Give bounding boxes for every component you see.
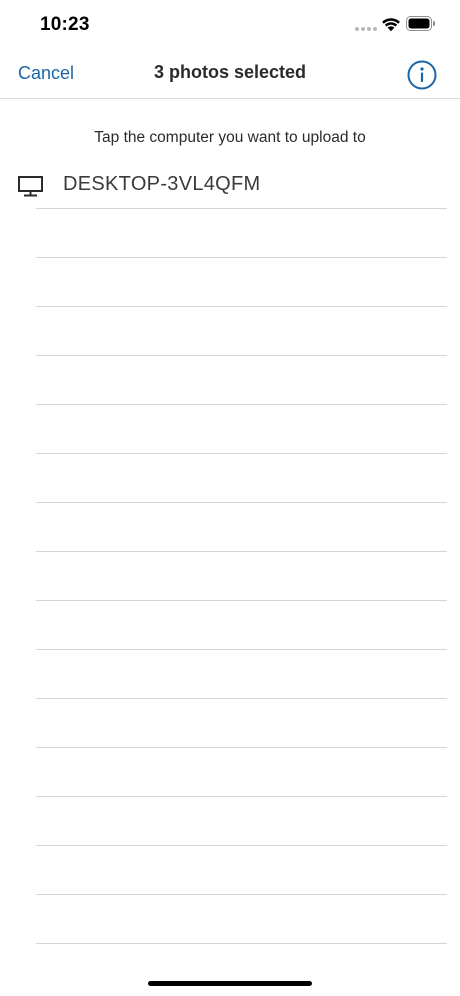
list-separator (36, 257, 447, 258)
list-separator (36, 649, 447, 650)
list-separator (36, 502, 447, 503)
home-indicator[interactable] (148, 981, 312, 986)
navigation-bar: Cancel 3 photos selected (0, 50, 460, 99)
computer-name: DESKTOP-3VL4QFM (63, 173, 261, 195)
status-bar: 10:23 (0, 0, 460, 50)
list-separator (36, 453, 447, 454)
wifi-icon (382, 18, 400, 32)
info-circle-icon[interactable] (407, 60, 437, 90)
list-separator (36, 600, 447, 601)
list-separator (36, 747, 447, 748)
list-separator (36, 845, 447, 846)
battery-icon (406, 16, 435, 31)
list-separator (36, 551, 447, 552)
list-separator (36, 894, 447, 895)
list-separator (36, 306, 447, 307)
instruction-text: Tap the computer you want to upload to (94, 129, 366, 146)
list-separator (36, 943, 447, 944)
computer-list-item[interactable]: DESKTOP-3VL4QFM (0, 160, 460, 208)
monitor-icon (18, 176, 43, 197)
status-time: 10:23 (40, 14, 90, 35)
cancel-button[interactable]: Cancel (18, 63, 74, 84)
list-separator (36, 355, 447, 356)
list-separator (36, 404, 447, 405)
list-separator (36, 796, 447, 797)
list-separator (36, 208, 447, 209)
list-separator (36, 698, 447, 699)
cellular-signal-icon (355, 27, 377, 32)
